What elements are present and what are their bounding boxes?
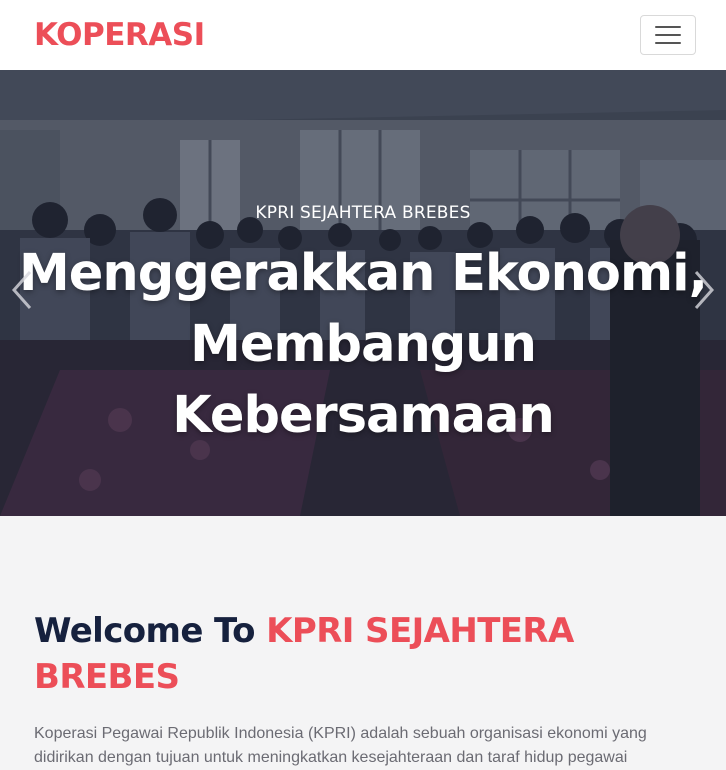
- hero-title-line-2: Membangun Kebersamaan: [172, 315, 555, 445]
- welcome-title-prefix: Welcome To: [34, 611, 267, 651]
- carousel-prev-button[interactable]: [2, 260, 42, 320]
- hamburger-menu-icon-bar: [655, 26, 681, 28]
- hero-caption: KPRI SEJAHTERA BREBES Menggerakkan Ekono…: [0, 70, 726, 516]
- hero-subtitle: KPRI SEJAHTERA BREBES: [255, 203, 471, 223]
- hero-title: Menggerakkan Ekonomi, Membangun Kebersam…: [0, 238, 726, 451]
- welcome-title: Welcome To KPRI SEJAHTERA BREBES: [34, 608, 674, 700]
- hamburger-menu-icon-bar: [655, 34, 681, 36]
- hero-title-line-1: Menggerakkan Ekonomi,: [19, 244, 708, 303]
- chevron-left-icon: [11, 271, 32, 309]
- welcome-section: Welcome To KPRI SEJAHTERA BREBES Koperas…: [0, 516, 726, 766]
- brand-logo[interactable]: KOPERASI: [34, 17, 205, 53]
- chevron-right-icon: [694, 271, 715, 309]
- navbar-toggle-button[interactable]: [640, 15, 696, 55]
- hamburger-menu-icon-bar: [655, 42, 681, 44]
- hero-carousel: KPRI SEJAHTERA BREBES Menggerakkan Ekono…: [0, 70, 726, 516]
- welcome-paragraph: Koperasi Pegawai Republik Indonesia (KPR…: [34, 725, 647, 766]
- carousel-next-button[interactable]: [684, 260, 724, 320]
- navbar: KOPERASI: [0, 0, 726, 70]
